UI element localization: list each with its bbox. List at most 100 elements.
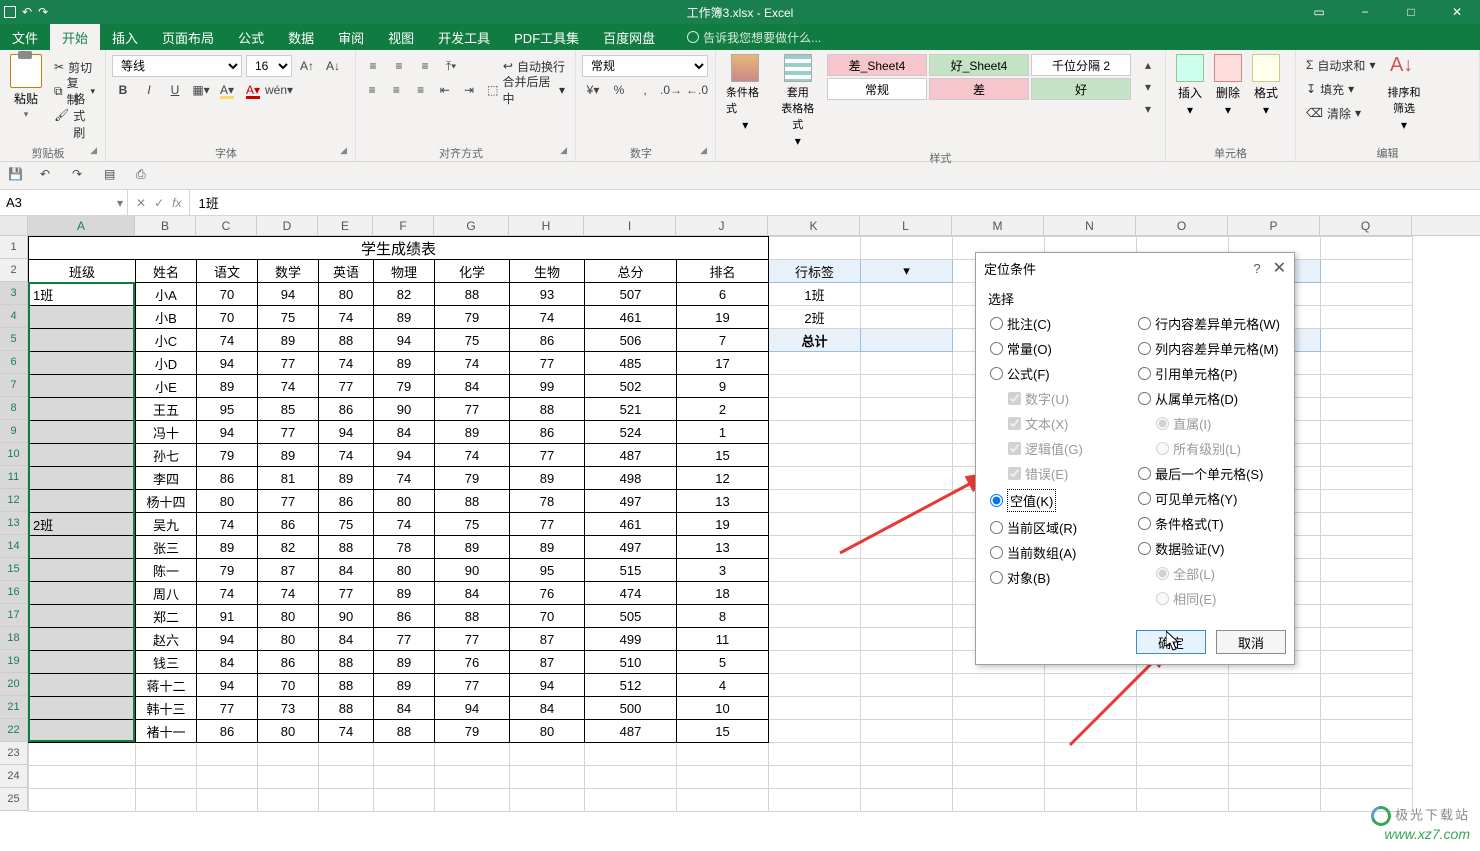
format-painter-button[interactable]: 🖌格式刷 (50, 104, 99, 126)
cell[interactable]: 78 (374, 536, 435, 559)
align-left-icon[interactable]: ≡ (362, 79, 382, 101)
minimize-icon[interactable]: − (1342, 0, 1388, 24)
cell[interactable] (510, 743, 585, 766)
row-header[interactable]: 25 (0, 788, 28, 811)
cell[interactable] (953, 720, 1045, 743)
redo-icon[interactable]: ↷ (38, 5, 48, 19)
cell[interactable]: 88 (435, 283, 510, 306)
cell[interactable] (1321, 490, 1413, 513)
tab-9[interactable]: PDF工具集 (502, 24, 591, 50)
italic-button[interactable]: I (138, 79, 160, 101)
tab-7[interactable]: 视图 (376, 24, 426, 50)
dialog-option[interactable]: 数据验证(V) (1138, 539, 1280, 558)
col-header[interactable]: E (318, 216, 373, 235)
cell[interactable]: 88 (319, 674, 374, 697)
cell[interactable] (29, 398, 136, 421)
cell[interactable] (861, 283, 953, 306)
number-format-select[interactable]: 常规 (582, 55, 708, 77)
cell[interactable] (374, 766, 435, 789)
cell[interactable]: 88 (435, 490, 510, 513)
cell[interactable]: 90 (374, 398, 435, 421)
cell[interactable] (1321, 260, 1413, 283)
dialog-option[interactable]: 列内容差异单元格(M) (1138, 339, 1280, 358)
col-header[interactable]: I (584, 216, 676, 235)
cell[interactable]: 英语 (319, 260, 374, 283)
maximize-icon[interactable]: □ (1388, 0, 1434, 24)
cell[interactable]: 77 (435, 398, 510, 421)
cell[interactable]: 张三 (136, 536, 197, 559)
cell[interactable]: 生物 (510, 260, 585, 283)
cell[interactable] (1137, 789, 1229, 812)
cell[interactable] (319, 743, 374, 766)
cell[interactable]: 515 (585, 559, 677, 582)
phonetic-button[interactable]: wén▾ (268, 79, 290, 101)
cell[interactable] (29, 697, 136, 720)
col-header[interactable]: O (1136, 216, 1228, 235)
cell[interactable]: 506 (585, 329, 677, 352)
cell[interactable] (1321, 674, 1413, 697)
cell[interactable] (769, 720, 861, 743)
ribbon-options-icon[interactable]: ▭ (1296, 0, 1342, 24)
cell[interactable]: 88 (319, 697, 374, 720)
cell[interactable] (769, 375, 861, 398)
cell[interactable] (1321, 513, 1413, 536)
cell[interactable] (769, 628, 861, 651)
col-header[interactable]: H (509, 216, 584, 235)
cell[interactable]: 74 (319, 352, 374, 375)
style-tile[interactable]: 千位分隔 2 (1031, 54, 1131, 76)
cell[interactable] (953, 766, 1045, 789)
cell[interactable] (29, 536, 136, 559)
cell[interactable]: 94 (197, 674, 258, 697)
cell[interactable]: 86 (374, 605, 435, 628)
cell[interactable] (953, 674, 1045, 697)
row-header[interactable]: 22 (0, 719, 28, 742)
cell[interactable]: 80 (258, 628, 319, 651)
cell[interactable]: 韩十三 (136, 697, 197, 720)
cell[interactable] (1045, 766, 1137, 789)
cell[interactable] (769, 766, 861, 789)
col-header[interactable]: M (952, 216, 1044, 235)
inc-decimal-icon[interactable]: .0→ (660, 79, 682, 101)
cell[interactable] (374, 789, 435, 812)
row-header[interactable]: 23 (0, 742, 28, 765)
cell[interactable]: 89 (319, 467, 374, 490)
cell-styles-gallery[interactable]: 差_Sheet4好_Sheet4千位分隔 2常规差好 (827, 54, 1131, 100)
cell[interactable] (319, 789, 374, 812)
cell[interactable]: 499 (585, 628, 677, 651)
cell[interactable] (29, 605, 136, 628)
cell[interactable]: 郑二 (136, 605, 197, 628)
underline-button[interactable]: U (164, 79, 186, 101)
col-header[interactable]: Q (1320, 216, 1412, 235)
dialog-option[interactable]: 从属单元格(D) (1138, 389, 1280, 408)
cell[interactable] (136, 789, 197, 812)
cell[interactable] (1229, 789, 1321, 812)
tab-6[interactable]: 审阅 (326, 24, 376, 50)
cell[interactable]: 语文 (197, 260, 258, 283)
font-size-select[interactable]: 16 (246, 55, 292, 77)
cell[interactable]: 小B (136, 306, 197, 329)
cell[interactable]: 1班 (769, 283, 861, 306)
row-header[interactable]: 4 (0, 305, 28, 328)
save-icon[interactable] (4, 6, 16, 18)
cell[interactable] (861, 789, 953, 812)
cell[interactable] (29, 766, 136, 789)
name-box-input[interactable] (0, 195, 113, 210)
row-header[interactable]: 19 (0, 650, 28, 673)
cell[interactable]: 11 (677, 628, 769, 651)
dialog-option-input[interactable] (990, 342, 1003, 355)
cell[interactable]: 497 (585, 490, 677, 513)
align-middle-icon[interactable]: ≡ (388, 55, 410, 77)
cell[interactable]: 75 (258, 306, 319, 329)
cell[interactable] (585, 766, 677, 789)
cell[interactable]: 84 (319, 628, 374, 651)
cell[interactable]: 82 (258, 536, 319, 559)
cancel-edit-icon[interactable]: ✕ (136, 196, 146, 210)
cell[interactable] (1321, 467, 1413, 490)
cell[interactable]: 89 (374, 352, 435, 375)
cell[interactable]: 74 (374, 513, 435, 536)
cell[interactable] (861, 421, 953, 444)
tab-3[interactable]: 页面布局 (150, 24, 226, 50)
cell[interactable]: 3 (677, 559, 769, 582)
comma-icon[interactable]: , (634, 79, 656, 101)
tab-2[interactable]: 插入 (100, 24, 150, 50)
